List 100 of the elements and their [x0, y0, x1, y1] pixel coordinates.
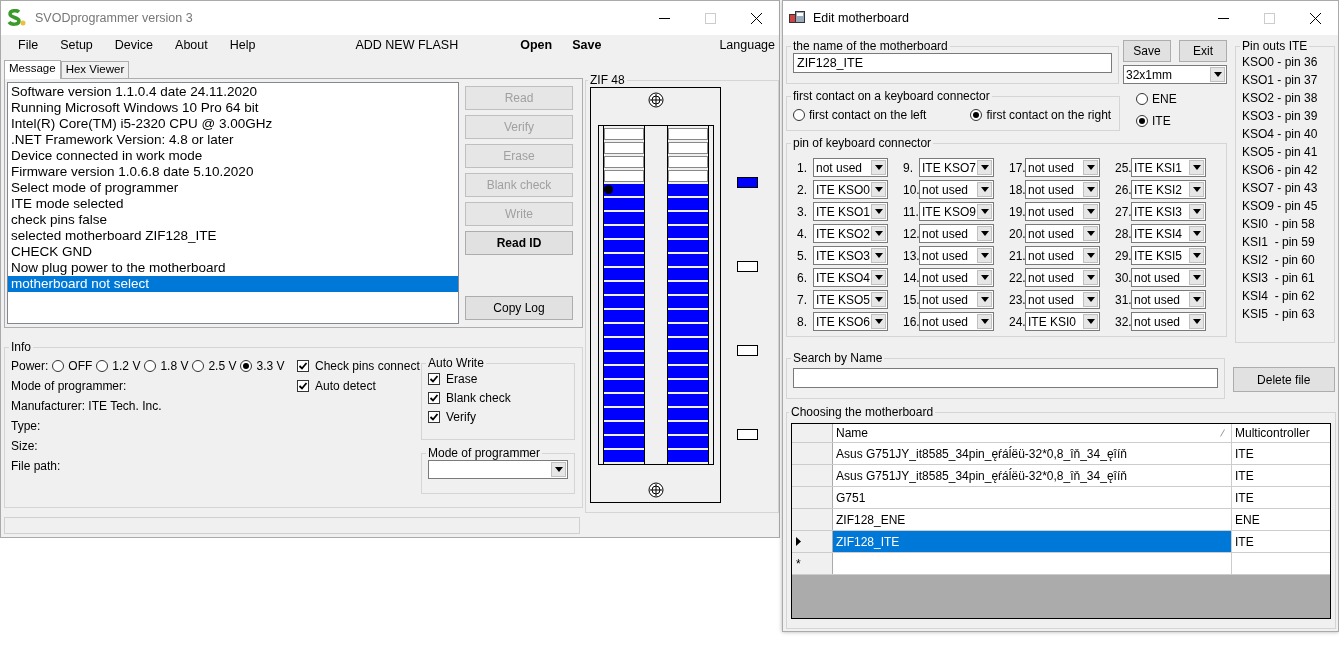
- check-option[interactable]: Erase: [428, 372, 568, 386]
- menu-item[interactable]: File: [18, 38, 39, 52]
- table-cell[interactable]: ENE: [1232, 509, 1330, 530]
- pin-dropdown[interactable]: not used: [919, 312, 994, 331]
- menu-item[interactable]: Language: [719, 38, 775, 52]
- power-option[interactable]: OFF: [52, 359, 93, 373]
- group-title: Info: [10, 340, 32, 354]
- delete-button[interactable]: Delete file: [1232, 367, 1335, 392]
- size-dropdown[interactable]: 32x1mm: [1123, 65, 1227, 84]
- table-cell[interactable]: ITE: [1232, 531, 1330, 552]
- log-line[interactable]: CHECK GND: [8, 244, 458, 260]
- log-line[interactable]: Running Microsoft Windows 10 Pro 64 bit: [8, 100, 458, 116]
- pin-dropdown[interactable]: ITE KSO6: [813, 312, 888, 331]
- check-option[interactable]: Auto detect: [297, 379, 420, 393]
- pin-dropdown[interactable]: not used: [1025, 224, 1100, 243]
- pin-dropdown[interactable]: not used: [919, 224, 994, 243]
- pin-number: 32.: [1114, 314, 1131, 329]
- menu-item[interactable]: Help: [229, 38, 256, 52]
- menu-item[interactable]: Save: [572, 38, 602, 52]
- pin-dropdown[interactable]: ITE KSI4: [1131, 224, 1206, 243]
- pin-dropdown[interactable]: ITE KSO5: [813, 290, 888, 309]
- pin-number: 26.: [1114, 182, 1131, 197]
- pin-dropdown[interactable]: ITE KSO9: [919, 202, 994, 221]
- table-cell[interactable]: ZIF128_ENE: [833, 509, 1232, 530]
- log-line[interactable]: Device connected in work mode: [8, 148, 458, 164]
- table-cell[interactable]: ZIF128_ITE: [833, 531, 1232, 552]
- pin-dropdown[interactable]: ITE KSO7: [919, 158, 994, 177]
- pinout-text: KSI0 - pin 58: [1242, 216, 1316, 233]
- pin-number: 5.: [796, 248, 808, 263]
- menu-item[interactable]: Open: [520, 38, 553, 52]
- check-option[interactable]: Blank check: [428, 391, 568, 405]
- menu-item[interactable]: Setup: [60, 38, 93, 52]
- log-line[interactable]: Select mode of programmer: [8, 180, 458, 196]
- pin-dropdown[interactable]: not used: [1131, 312, 1206, 331]
- pin-dropdown[interactable]: ITE KSI3: [1131, 202, 1206, 221]
- pin-dropdown[interactable]: not used: [919, 290, 994, 309]
- pin-dropdown[interactable]: not used: [919, 268, 994, 287]
- pin-dropdown[interactable]: ITE KSI0: [1025, 312, 1100, 331]
- column-header[interactable]: Name: [833, 424, 1232, 442]
- pin-number: 18.: [1008, 182, 1025, 197]
- name-field[interactable]: ZIF128_ITE: [793, 53, 1112, 73]
- check-option[interactable]: Check pins connect: [297, 359, 420, 373]
- log-line[interactable]: Software version 1.1.0.4 date 24.11.2020: [8, 84, 458, 100]
- table-cell[interactable]: ITE: [1232, 443, 1330, 464]
- pin-dropdown[interactable]: not used: [1025, 158, 1100, 177]
- power-option[interactable]: 1.2 V: [96, 359, 141, 373]
- column-header[interactable]: Multicontroller: [1232, 424, 1330, 442]
- table-cell[interactable]: Asus G751JY_it8585_34pin_ęŕáĺëü-32*0,8_îň_34_ęîíň: [833, 465, 1232, 486]
- log-line[interactable]: .NET Framework Version: 4.8 or later: [8, 132, 458, 148]
- pin-dropdown[interactable]: not used: [919, 246, 994, 265]
- pin-dropdown[interactable]: not used: [1131, 290, 1206, 309]
- pin-dropdown[interactable]: ITE KSO1: [813, 202, 888, 221]
- contact-option[interactable]: first contact on the right: [970, 107, 1112, 122]
- pin-dropdown[interactable]: not used: [813, 158, 888, 177]
- controller-option[interactable]: ITE: [1136, 114, 1177, 128]
- pin-dropdown[interactable]: ITE KSO0: [813, 180, 888, 199]
- menu-item[interactable]: Device: [114, 38, 154, 52]
- pin-dropdown[interactable]: not used: [1025, 246, 1100, 265]
- power-option[interactable]: 2.5 V: [192, 359, 237, 373]
- search-field[interactable]: [793, 368, 1218, 388]
- pin-dropdown[interactable]: not used: [1025, 268, 1100, 287]
- group-title: Choosing the motherboard: [790, 405, 935, 419]
- contact-option[interactable]: first contact on the left: [793, 107, 927, 122]
- table-cell[interactable]: G751: [833, 487, 1232, 508]
- log-line[interactable]: Firmware version 1.0.6.8 date 5.10.2020: [8, 164, 458, 180]
- controller-option[interactable]: ENE: [1136, 92, 1177, 106]
- pin-dropdown[interactable]: ITE KSI2: [1131, 180, 1206, 199]
- pin-dropdown[interactable]: not used: [1025, 290, 1100, 309]
- menu-item[interactable]: ADD NEW FLASH: [355, 38, 459, 52]
- tab[interactable]: Message: [4, 60, 61, 79]
- pin-number: 27.: [1114, 204, 1131, 219]
- log-line[interactable]: selected motherboard ZIF128_ITE: [8, 228, 458, 244]
- table-cell[interactable]: ITE: [1232, 487, 1330, 508]
- log-line[interactable]: ITE mode selected: [8, 196, 458, 212]
- mode-dropdown[interactable]: [428, 460, 568, 479]
- table-cell[interactable]: ITE: [1232, 465, 1330, 486]
- menu-item[interactable]: About: [175, 38, 208, 52]
- pin-dropdown[interactable]: ITE KSI5: [1131, 246, 1206, 265]
- log-line[interactable]: check pins false: [8, 212, 458, 228]
- action-button[interactable]: Read ID: [465, 231, 573, 255]
- copy-log-button[interactable]: Copy Log: [465, 296, 573, 320]
- row-header[interactable]: [792, 531, 833, 552]
- pin-dropdown[interactable]: ITE KSO2: [813, 224, 888, 243]
- pin-dropdown[interactable]: not used: [1025, 202, 1100, 221]
- power-option[interactable]: 3.3 V: [240, 359, 285, 373]
- pin-dropdown[interactable]: ITE KSO4: [813, 268, 888, 287]
- pin-dropdown[interactable]: ITE KSO3: [813, 246, 888, 265]
- log-line[interactable]: Intel(R) Core(TM) i5-2320 CPU @ 3.00GHz: [8, 116, 458, 132]
- log-line[interactable]: Now plug power to the motherboard: [8, 260, 458, 276]
- pin-dropdown[interactable]: not used: [1131, 268, 1206, 287]
- row-header[interactable]: *: [792, 553, 833, 574]
- check-option[interactable]: Verify: [428, 410, 568, 424]
- dialog-button[interactable]: Save: [1123, 40, 1171, 62]
- pin-dropdown[interactable]: ITE KSI1: [1131, 158, 1206, 177]
- pin-dropdown[interactable]: not used: [1025, 180, 1100, 199]
- tab[interactable]: Hex Viewer: [60, 61, 130, 78]
- pin-dropdown[interactable]: not used: [919, 180, 994, 199]
- table-cell[interactable]: Asus G751JY_it8585_34pin_ęŕáĺëü-32*0,8_îň_34_ęîíň: [833, 443, 1232, 464]
- dialog-button[interactable]: Exit: [1179, 40, 1227, 62]
- power-option[interactable]: 1.8 V: [144, 359, 189, 373]
